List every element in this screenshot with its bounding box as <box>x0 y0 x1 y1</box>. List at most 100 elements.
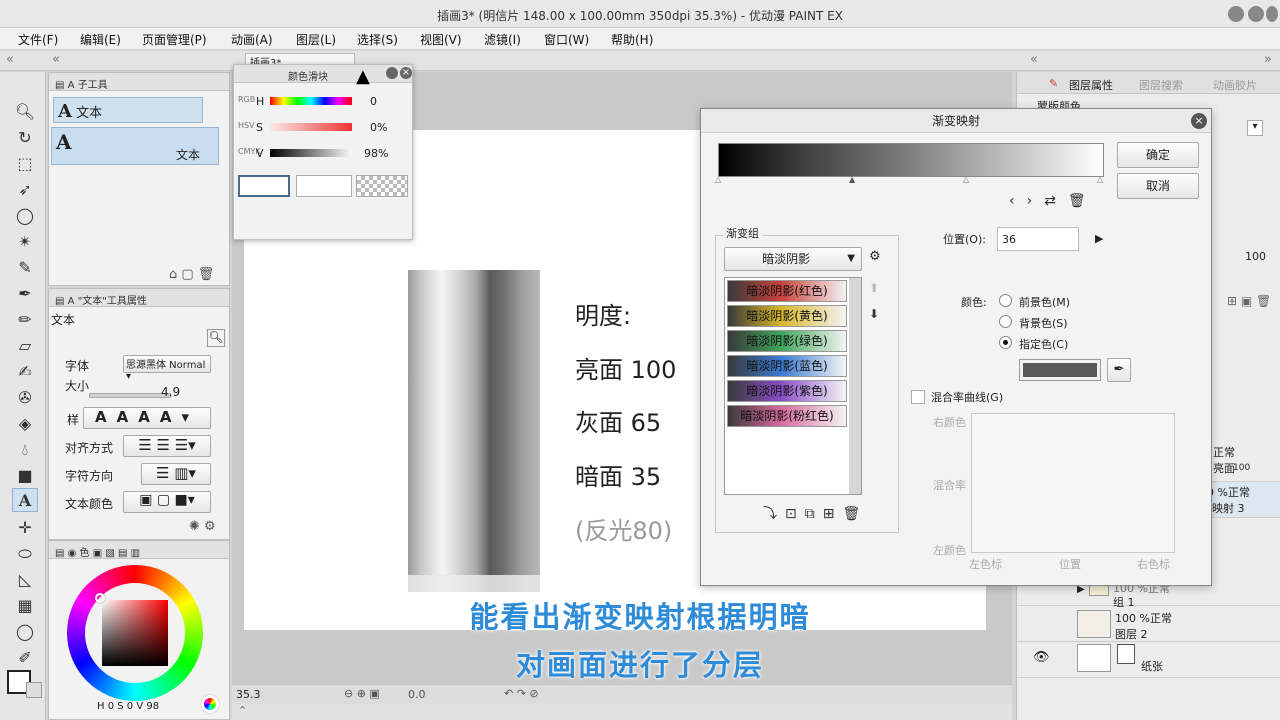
eyedropper-icon[interactable]: ✎ <box>12 256 38 280</box>
layer-row[interactable]: 100 %正常 图层 2 <box>1017 606 1280 642</box>
text-style-buttons[interactable]: AAAA▾ <box>83 407 211 429</box>
tool-property-tab-label[interactable]: "文本"工具属性 <box>78 296 147 306</box>
rotate-value[interactable]: 0.0 <box>408 688 426 701</box>
zoom-icon[interactable]: 🔍︎ <box>12 100 38 124</box>
sub-color-swatch[interactable] <box>26 682 42 698</box>
radio-specified[interactable] <box>999 336 1012 349</box>
rotate-icon[interactable]: ↻ <box>12 126 38 150</box>
tab-layer-search[interactable]: 图层搜索 <box>1139 77 1183 93</box>
text-color-buttons[interactable]: ▣ ▢ ■▾ <box>123 491 211 513</box>
ruler-icon[interactable]: ◺ <box>12 568 38 592</box>
magic-wand-icon[interactable]: ✴ <box>12 230 38 254</box>
gradient-preview-bar[interactable] <box>718 143 1104 177</box>
font-select[interactable]: 思源黑体 Normal ▾ <box>123 355 211 382</box>
position-arrow-icon[interactable]: ▶ <box>1095 232 1103 245</box>
balloon-icon[interactable]: ✛ <box>12 516 38 540</box>
search-icon[interactable]: 🔍︎ <box>207 329 225 347</box>
gradient-item-pink[interactable]: 暗淡阴影(粉红色) <box>727 405 847 427</box>
figure-icon[interactable]: ⬭ <box>12 542 38 566</box>
hsv-tab[interactable]: HSV <box>238 121 255 130</box>
move-up-icon[interactable]: ⬆ <box>869 281 879 295</box>
subtool-tab-label[interactable]: 子工具 <box>78 80 108 90</box>
radio-background[interactable] <box>999 315 1012 328</box>
gradient-item-purple[interactable]: 暗淡阴影(紫色) <box>727 380 847 402</box>
layer-actions[interactable]: ⊞ ▣ 🗑︎ <box>1227 294 1271 308</box>
menu-select[interactable]: 选择(S) <box>357 31 398 48</box>
frame-icon[interactable]: ▦ <box>12 594 38 618</box>
menu-page[interactable]: 页面管理(P) <box>142 31 207 48</box>
hue-marker[interactable] <box>95 593 105 603</box>
gradient-group-select[interactable]: 暗淡阴影 ▼ <box>724 247 862 271</box>
rotate-controls-icon[interactable]: ↶ ↷ ⊘ <box>504 687 539 700</box>
cancel-button[interactable]: 取消 <box>1117 173 1199 199</box>
eraser-icon[interactable]: ▱ <box>12 334 38 358</box>
radio-foreground[interactable] <box>999 294 1012 307</box>
curve-checkbox[interactable] <box>911 390 925 404</box>
gradient-stop-marker[interactable]: △ <box>715 175 721 184</box>
transparent-color-chip[interactable] <box>356 175 408 197</box>
saturation-slider[interactable] <box>270 123 352 131</box>
main-color-chip[interactable] <box>238 175 290 197</box>
position-input[interactable]: 36 <box>997 227 1079 251</box>
curve-graph[interactable] <box>971 413 1175 553</box>
tab-layer-property[interactable]: 图层属性 <box>1069 77 1113 93</box>
eyedropper-icon[interactable]: ✒ <box>1107 358 1131 382</box>
move-down-icon[interactable]: ⬇ <box>869 307 879 321</box>
menu-window[interactable]: 窗口(W) <box>544 31 589 48</box>
collapse-right-icon[interactable]: « <box>1030 52 1038 67</box>
value-slider[interactable] <box>270 149 352 157</box>
zoom-controls-icon[interactable]: ⊖ ⊕ ▣ <box>344 687 380 700</box>
operation-icon[interactable]: ➶ <box>12 178 38 202</box>
gradient-item-yellow[interactable]: 暗淡阴影(黄色) <box>727 305 847 327</box>
menu-animation[interactable]: 动画(A) <box>231 31 273 48</box>
gradient-item-green[interactable]: 暗淡阴影(绿色) <box>727 330 847 352</box>
minimize-button[interactable] <box>1228 6 1244 22</box>
gradient-stop-marker[interactable]: △ <box>1097 175 1103 184</box>
brush-icon[interactable]: ✍ <box>12 360 38 384</box>
s-value[interactable]: 0% <box>370 121 387 134</box>
gradient-stop-marker[interactable]: △ <box>963 175 969 184</box>
hue-slider[interactable] <box>270 97 352 105</box>
align-buttons[interactable]: ☰ ☰ ☰▾ <box>123 435 211 457</box>
color-mode-icon[interactable] <box>201 695 219 713</box>
zoom-value[interactable]: 35.3 <box>236 688 261 701</box>
direction-buttons[interactable]: ☰ ▥▾ <box>141 463 211 485</box>
dropdown-icon[interactable]: ▾ <box>1247 120 1263 136</box>
gradient-list-actions[interactable]: ⤵⊡⧉⊞🗑︎ <box>763 503 868 523</box>
gradient-item-blue[interactable]: 暗淡阴影(蓝色) <box>727 355 847 377</box>
menu-view[interactable]: 视图(V) <box>420 31 462 48</box>
layer-opacity-value[interactable]: 100 <box>1245 250 1266 263</box>
gradient-nav-icons[interactable]: ‹›⇄🗑︎ <box>1009 193 1098 209</box>
list-scrollbar[interactable] <box>849 278 861 494</box>
subtool-group-text[interactable]: A 文本 <box>53 97 203 123</box>
menu-help[interactable]: 帮助(H) <box>611 31 653 48</box>
ok-button[interactable]: 确定 <box>1117 142 1199 168</box>
color-wheel-tab[interactable]: 色 <box>80 548 90 558</box>
property-settings-icon[interactable]: ✺ ⚙ <box>189 519 216 534</box>
maximize-button[interactable] <box>1248 6 1264 22</box>
menu-filter[interactable]: 滤镜(I) <box>484 31 521 48</box>
menu-edit[interactable]: 编辑(E) <box>80 31 121 48</box>
settings-icon[interactable]: ⚙ <box>869 249 881 264</box>
size-value[interactable]: 4.9 <box>161 385 180 399</box>
layer-row[interactable]: 👁︎ 纸张 <box>1017 642 1280 678</box>
text-tool-icon[interactable]: A <box>12 488 38 512</box>
fill-icon[interactable]: ◈ <box>12 412 38 436</box>
gradient-stop-marker[interactable]: ▲ <box>849 175 855 184</box>
collapse-up-icon[interactable]: ⌃ <box>238 704 247 717</box>
blend-icon[interactable]: 💧︎ <box>12 438 38 462</box>
gradient-item-red[interactable]: 暗淡阴影(红色) <box>727 280 847 302</box>
v-value[interactable]: 98% <box>364 147 388 160</box>
specified-color-box[interactable] <box>1019 359 1101 381</box>
collapse-left-icon[interactable]: « <box>52 52 60 67</box>
lasso-icon[interactable]: ◯ <box>12 204 38 228</box>
subtool-item-text[interactable]: A 文本 <box>51 127 219 165</box>
correct-line-icon[interactable]: ✐ <box>12 646 38 670</box>
slider-mode-tabs[interactable]: RGB HSV CMYK <box>238 87 261 167</box>
pencil-icon[interactable]: ✏ <box>12 308 38 332</box>
close-icon[interactable]: × <box>1191 113 1207 129</box>
collapse-right-icon[interactable]: » <box>1264 52 1272 67</box>
minimize-icon[interactable] <box>386 67 398 79</box>
menu-layer[interactable]: 图层(L) <box>296 31 336 48</box>
close-button[interactable] <box>1266 6 1278 22</box>
